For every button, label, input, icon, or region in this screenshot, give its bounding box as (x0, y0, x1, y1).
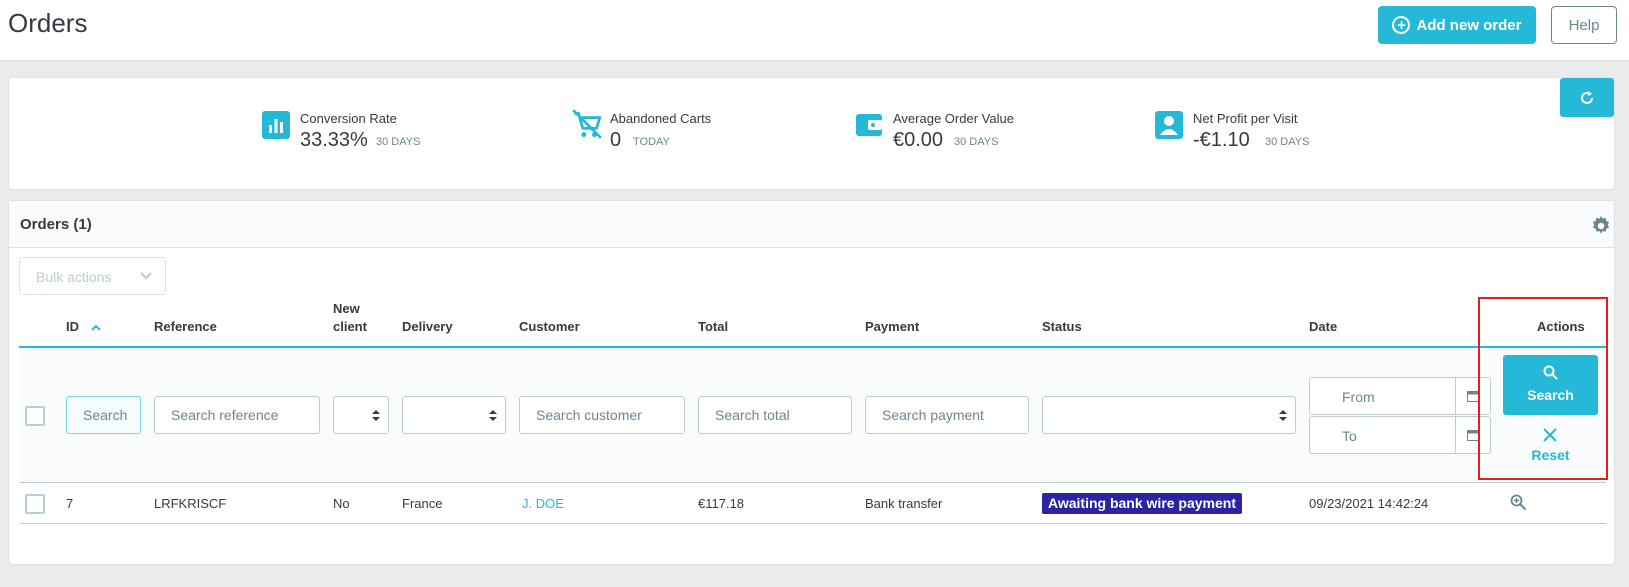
date-from-placeholder: From (1342, 389, 1375, 405)
column-header-id-label: ID (66, 319, 79, 334)
kpi-value: 33.33% (300, 129, 368, 151)
cell-reference: LRFKRISCF (154, 496, 227, 511)
kpi-period: TODAY (633, 136, 670, 148)
customer-filter-placeholder: Search customer (536, 407, 642, 423)
kpi-period: 30 DAYS (954, 136, 999, 148)
kpi-period: 30 DAYS (1265, 136, 1310, 148)
select-arrows-icon (1279, 410, 1287, 421)
page-header: Orders + Add new order Help (0, 0, 1629, 61)
column-header-new-client-line2: client (333, 319, 367, 334)
column-header-customer: Customer (519, 319, 580, 334)
plus-circle-icon: + (1392, 16, 1411, 34)
select-all-checkbox[interactable] (25, 406, 45, 426)
cell-delivery: France (402, 496, 443, 511)
column-header-total: Total (698, 319, 729, 334)
new-client-filter-select[interactable] (333, 396, 389, 434)
cell-id: 7 (66, 496, 74, 511)
reference-filter-placeholder: Search reference (171, 407, 279, 423)
kpi-label: Average Order Value (893, 111, 1014, 126)
customer-filter-input[interactable]: Search customer (519, 396, 685, 434)
column-header-status: Status (1042, 319, 1082, 334)
id-filter-input[interactable]: Search (66, 396, 141, 434)
chevron-down-icon (140, 272, 152, 280)
remove-cart-icon (572, 109, 602, 139)
kpi-label: Net Profit per Visit (1193, 111, 1298, 126)
select-arrows-icon (489, 410, 497, 421)
orders-panel-title: Orders (1) (20, 216, 92, 233)
cell-date: 09/23/2021 14:42:24 (1309, 496, 1429, 511)
date-to-placeholder: To (1342, 428, 1357, 444)
orders-panel-header: Orders (1) (9, 201, 1614, 248)
wallet-icon (856, 114, 882, 136)
column-header-payment: Payment (865, 319, 920, 334)
status-badge[interactable]: Awaiting bank wire payment (1042, 493, 1243, 514)
cell-payment: Bank transfer (865, 496, 943, 511)
bulk-actions-label: Bulk actions (36, 269, 112, 285)
kpi-label: Conversion Rate (300, 111, 397, 126)
date-to-input[interactable]: To (1309, 416, 1491, 454)
total-filter-placeholder: Search total (715, 407, 790, 423)
delivery-filter-select[interactable] (402, 396, 506, 434)
id-filter-placeholder: Search (83, 407, 128, 423)
kpi-panel: Conversion Rate 33.33% 30 DAYS Abandoned… (8, 77, 1615, 190)
add-new-order-button[interactable]: + Add new order (1378, 6, 1536, 44)
refresh-icon (1581, 90, 1593, 104)
kpi-label: Abandoned Carts (610, 111, 712, 126)
status-filter-select[interactable] (1042, 396, 1296, 434)
payment-filter-placeholder: Search payment (882, 407, 984, 423)
date-from-input[interactable]: From (1309, 377, 1491, 415)
reference-filter-input[interactable]: Search reference (154, 396, 320, 434)
total-filter-input[interactable]: Search total (698, 396, 852, 434)
kpi-value: 0 (610, 129, 622, 151)
page-title: Orders (8, 8, 88, 38)
help-button[interactable]: Help (1551, 6, 1617, 44)
cell-total: €117.18 (698, 496, 745, 511)
kpi-period: 30 DAYS (376, 136, 421, 148)
select-arrows-icon (372, 410, 380, 421)
gear-icon[interactable] (1591, 216, 1611, 236)
column-header-delivery: Delivery (402, 319, 453, 334)
row-checkbox[interactable] (25, 494, 45, 514)
add-new-order-label: Add new order (1416, 16, 1522, 34)
column-header-date: Date (1309, 319, 1338, 334)
column-header-reference: Reference (154, 319, 217, 334)
cell-new-client: No (333, 496, 350, 511)
cell-customer-link[interactable]: J. DOE (522, 496, 564, 511)
sort-ascending-icon[interactable] (91, 324, 101, 331)
payment-filter-input[interactable]: Search payment (865, 396, 1029, 434)
refresh-button[interactable] (1560, 78, 1614, 117)
zoom-in-icon[interactable] (1510, 494, 1527, 511)
bar-chart-icon (262, 111, 290, 139)
kpi-value: -€1.10 (1193, 129, 1250, 151)
user-icon (1155, 111, 1183, 139)
actions-column-highlight (1478, 297, 1608, 480)
column-header-id[interactable]: ID (66, 318, 79, 336)
kpi-value: €0.00 (893, 129, 944, 151)
column-header-new-client-line1: New (333, 301, 360, 316)
bulk-actions-dropdown[interactable]: Bulk actions (19, 257, 166, 295)
